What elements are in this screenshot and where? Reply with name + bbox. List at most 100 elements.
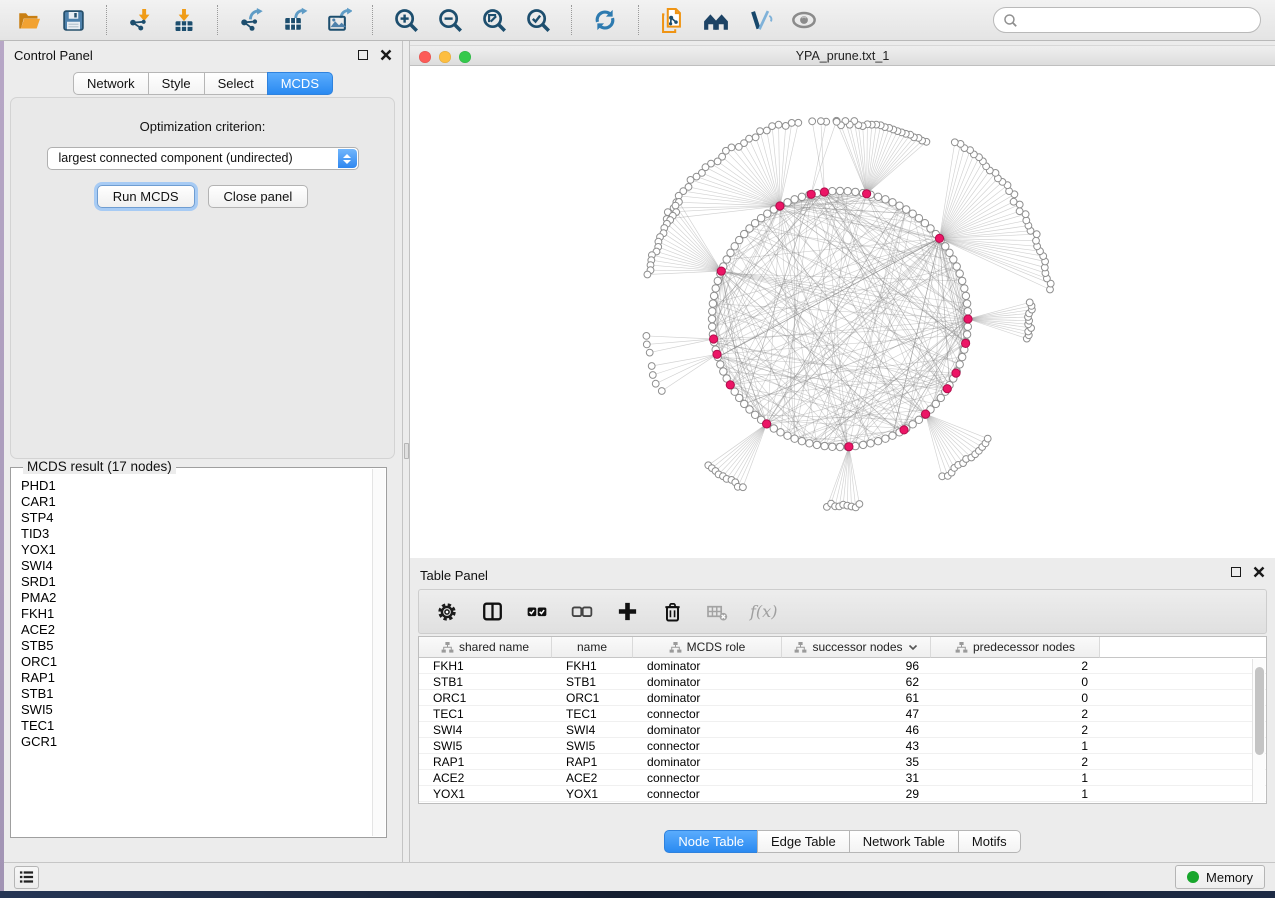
mcds-result-item[interactable]: TEC1: [21, 718, 370, 734]
export-table-icon[interactable]: [280, 5, 310, 35]
table-tab-node-table[interactable]: Node Table: [664, 830, 758, 853]
mcds-result-item[interactable]: GCR1: [21, 734, 370, 750]
table-tabs: Node TableEdge TableNetwork TableMotifs: [410, 830, 1275, 853]
cell-shared-name: TEC1: [419, 707, 552, 721]
node-table[interactable]: shared name name MCDS rolesuccessor nodesp…: [418, 636, 1267, 804]
tab-select[interactable]: Select: [204, 72, 268, 95]
memory-button[interactable]: Memory: [1175, 865, 1265, 889]
mcds-result-item[interactable]: CAR1: [21, 494, 370, 510]
mcds-result-item[interactable]: TID3: [21, 526, 370, 542]
table-scrollbar-thumb[interactable]: [1255, 667, 1264, 755]
zoom-fit-icon[interactable]: [479, 5, 509, 35]
mcds-result-item[interactable]: PHD1: [21, 478, 370, 494]
column-tree-icon: [955, 641, 968, 654]
mcds-result-item[interactable]: STB5: [21, 638, 370, 654]
cell-successor-nodes: 31: [782, 771, 931, 785]
column-label: name: [577, 640, 607, 654]
table-row[interactable]: TEC1TEC1connector472: [419, 706, 1266, 722]
float-table-panel-icon[interactable]: [1231, 567, 1241, 577]
open-file-icon[interactable]: [14, 5, 44, 35]
network-canvas-svg[interactable]: [410, 66, 1275, 558]
right-workspace: YPA_prune.txt_1 Table Panel: [410, 41, 1275, 862]
network-overview-icon[interactable]: [701, 5, 731, 35]
export-image-icon[interactable]: [324, 5, 354, 35]
table-tab-edge-table[interactable]: Edge Table: [757, 830, 850, 853]
deselect-all-icon[interactable]: [570, 600, 594, 624]
minimize-window-light[interactable]: [439, 51, 451, 63]
mcds-result-item[interactable]: SRD1: [21, 574, 370, 590]
maximize-window-light[interactable]: [459, 51, 471, 63]
select-all-icon[interactable]: [525, 600, 549, 624]
table-tab-network-table[interactable]: Network Table: [849, 830, 959, 853]
refresh-icon[interactable]: [590, 5, 620, 35]
table-row[interactable]: RAP1RAP1dominator352: [419, 754, 1266, 770]
add-column-plus-icon[interactable]: [615, 600, 639, 624]
run-mcds-button[interactable]: Run MCDS: [97, 185, 195, 208]
cell-predecessor-nodes: 1: [931, 771, 1100, 785]
zoom-out-icon[interactable]: [435, 5, 465, 35]
show-graphics-eye-icon[interactable]: [789, 5, 819, 35]
mcds-result-item[interactable]: SWI4: [21, 558, 370, 574]
column-header-MCDS-role[interactable]: MCDS role: [633, 637, 782, 658]
table-row[interactable]: FKH1FKH1dominator962: [419, 658, 1266, 674]
mcds-result-item[interactable]: RAP1: [21, 670, 370, 686]
splitter-grabber[interactable]: [404, 443, 409, 459]
mcds-result-item[interactable]: FKH1: [21, 606, 370, 622]
search-input[interactable]: [1024, 13, 1251, 28]
cell-shared-name: SWI4: [419, 723, 552, 737]
export-network-icon[interactable]: [236, 5, 266, 35]
table-row[interactable]: SWI4SWI4dominator462: [419, 722, 1266, 738]
zoom-in-icon[interactable]: [391, 5, 421, 35]
table-tab-motifs[interactable]: Motifs: [958, 830, 1021, 853]
column-header-name[interactable]: name: [552, 637, 633, 658]
table-row[interactable]: STB1STB1dominator620: [419, 674, 1266, 690]
close-panel-button[interactable]: Close panel: [208, 185, 309, 208]
column-settings-gear-icon[interactable]: [435, 600, 459, 624]
zoom-selected-icon[interactable]: [523, 5, 553, 35]
function-builder-icon: f(x): [750, 600, 777, 624]
sort-chevron-down-icon[interactable]: [908, 644, 918, 651]
table-row[interactable]: YOX1YOX1connector291: [419, 786, 1266, 802]
import-table-icon[interactable]: [169, 5, 199, 35]
mcds-result-item[interactable]: PMA2: [21, 590, 370, 606]
tab-style[interactable]: Style: [148, 72, 205, 95]
cell-MCDS-role: connector: [633, 707, 782, 721]
network-window-titlebar[interactable]: YPA_prune.txt_1: [410, 45, 1275, 66]
column-header-shared-name[interactable]: shared name: [419, 637, 552, 658]
clone-network-icon[interactable]: [657, 5, 687, 35]
float-panel-icon[interactable]: [358, 50, 368, 60]
optimization-criterion-select[interactable]: largest connected component (undirected): [47, 147, 359, 170]
mcds-result-scrollbar[interactable]: [372, 469, 385, 836]
tab-mcds[interactable]: MCDS: [267, 72, 333, 95]
close-window-light[interactable]: [419, 51, 431, 63]
mcds-result-list[interactable]: PHD1CAR1STP4TID3YOX1SWI4SRD1PMA2FKH1ACE2…: [13, 472, 370, 835]
task-history-button[interactable]: [14, 866, 39, 889]
mcds-result-item[interactable]: STB1: [21, 686, 370, 702]
close-panel-icon[interactable]: [380, 49, 392, 61]
header-filler: [1100, 637, 1266, 658]
mcds-result-item[interactable]: STP4: [21, 510, 370, 526]
mcds-result-item[interactable]: YOX1: [21, 542, 370, 558]
table-row[interactable]: SWI5SWI5connector431: [419, 738, 1266, 754]
mcds-result-item[interactable]: ORC1: [21, 654, 370, 670]
panel-splitter[interactable]: [403, 41, 410, 862]
save-session-icon[interactable]: [58, 5, 88, 35]
mcds-result-item[interactable]: SWI5: [21, 702, 370, 718]
search-box[interactable]: [993, 7, 1261, 33]
column-header-predecessor-nodes[interactable]: predecessor nodes: [931, 637, 1100, 658]
import-network-icon[interactable]: [125, 5, 155, 35]
table-row[interactable]: ACE2ACE2connector311: [419, 770, 1266, 786]
cell-MCDS-role: dominator: [633, 659, 782, 673]
table-row[interactable]: PHD1PHD1dominator180: [419, 802, 1266, 804]
delete-column-trash-icon[interactable]: [660, 600, 684, 624]
tab-network[interactable]: Network: [73, 72, 149, 95]
network-view[interactable]: [410, 66, 1275, 558]
vizmapper-icon[interactable]: [745, 5, 775, 35]
table-scrollbar[interactable]: [1252, 659, 1265, 802]
column-header-successor-nodes[interactable]: successor nodes: [782, 637, 931, 658]
split-columns-icon[interactable]: [480, 600, 504, 624]
cell-name: TEC1: [552, 707, 633, 721]
mcds-result-item[interactable]: ACE2: [21, 622, 370, 638]
table-row[interactable]: ORC1ORC1dominator610: [419, 690, 1266, 706]
close-table-panel-icon[interactable]: [1253, 566, 1265, 578]
